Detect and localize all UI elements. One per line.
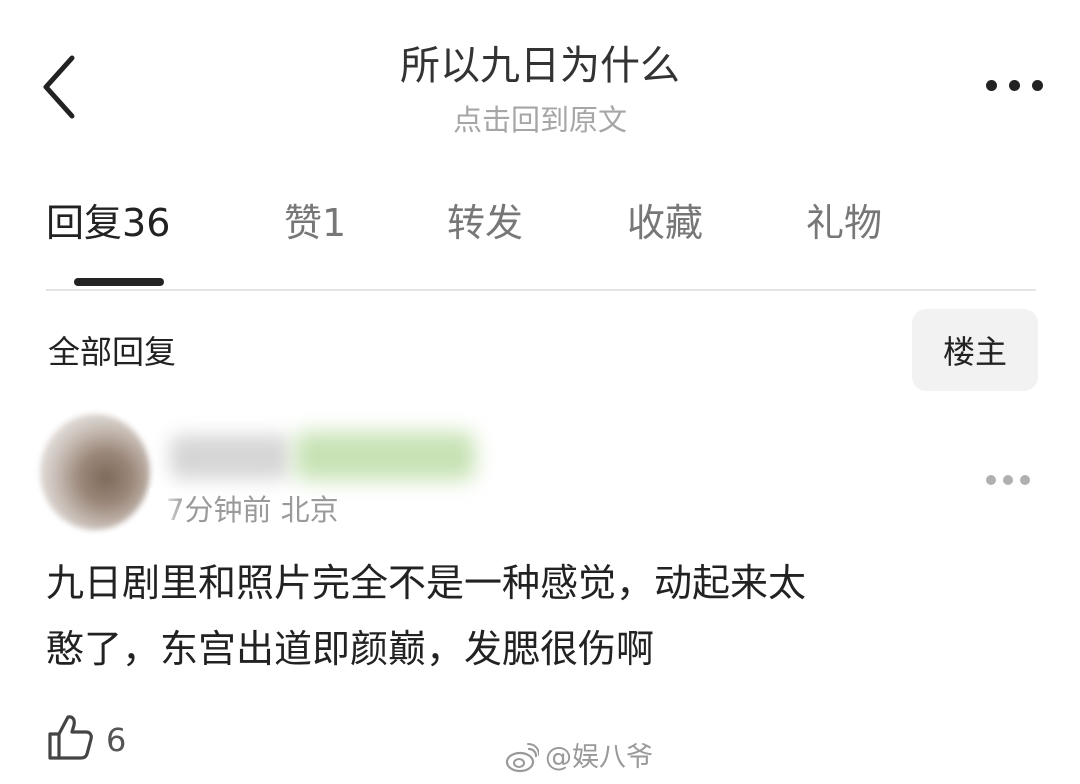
page-title: 所以九日为什么 <box>400 43 680 89</box>
like-count: 6 <box>106 721 127 759</box>
tab-gifts[interactable]: 礼物 <box>806 190 882 256</box>
comment-text: 九日剧里和照片完全不是一种感觉，动起来太 憨了，东宫出道即颜巅，发腮很伤啊 <box>46 550 1036 682</box>
watermark: @娱八爷 <box>505 740 653 776</box>
all-replies-title: 全部回复 <box>48 333 177 371</box>
ellipsis-icon <box>985 79 997 91</box>
tab-reposts[interactable]: 转发 <box>447 190 523 256</box>
tab-bar: 回复36 赞1 转发 收藏 礼物 <box>0 190 1080 260</box>
tab-label: 收藏 <box>627 201 704 245</box>
poster-only-button[interactable]: 楼主 <box>912 309 1038 391</box>
tab-likes[interactable]: 赞1 <box>284 190 346 256</box>
tab-label: 转发 <box>447 201 524 245</box>
comment-more-button[interactable] <box>986 470 1036 490</box>
more-options-button[interactable] <box>974 70 1054 100</box>
username-blurred[interactable] <box>170 435 290 479</box>
comment-line: 九日剧里和照片完全不是一种感觉，动起来太 <box>46 561 807 605</box>
tab-label: 礼物 <box>806 201 883 245</box>
active-tab-indicator <box>74 278 164 286</box>
tab-label: 赞 <box>284 201 323 245</box>
weibo-logo-icon <box>505 743 539 773</box>
tab-favorites[interactable]: 收藏 <box>627 190 703 256</box>
ellipsis-icon <box>986 475 996 485</box>
back-to-original-link[interactable]: 点击回到原文 <box>0 100 1080 140</box>
meta-blur-overlay <box>150 488 184 532</box>
avatar[interactable] <box>40 414 150 530</box>
like-button[interactable] <box>46 712 94 762</box>
watermark-text: @娱八爷 <box>545 742 653 773</box>
divider <box>46 289 1036 291</box>
tab-count: 1 <box>322 201 347 245</box>
comment-line: 憨了，东宫出道即颜巅，发腮很伤啊 <box>46 627 655 671</box>
comment-meta: 7分钟前 北京 <box>166 493 339 527</box>
tab-label: 回复 <box>46 201 123 245</box>
user-badge-blurred <box>295 432 475 480</box>
tab-count: 36 <box>122 201 171 245</box>
tab-replies[interactable]: 回复36 <box>46 190 170 256</box>
thumbs-up-icon <box>48 715 93 760</box>
